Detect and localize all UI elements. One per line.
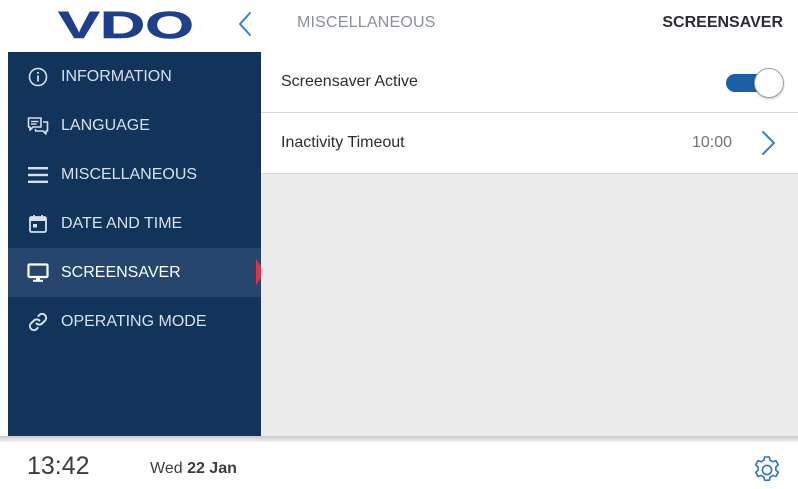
calendar-icon (27, 213, 49, 235)
breadcrumb: MISCELLANEOUS (297, 14, 436, 31)
sidebar-item-operating-mode[interactable]: OPERATING MODE (8, 297, 261, 346)
back-button[interactable] (232, 9, 258, 39)
link-icon (27, 311, 49, 333)
sidebar-item-date-and-time[interactable]: DATE AND TIME (8, 199, 261, 248)
setting-row-screensaver-active: Screensaver Active (261, 52, 798, 113)
current-date: Wed 22 Jan (150, 460, 237, 478)
sidebar-item-language[interactable]: LANGUAGE (8, 101, 261, 150)
chevron-left-icon (239, 12, 251, 36)
weekday: Wed (150, 460, 183, 477)
sidebar-item-label: LANGUAGE (61, 116, 150, 134)
sidebar-item-label: SCREENSAVER (61, 263, 181, 281)
chevron-right-icon[interactable] (758, 129, 778, 157)
app-window: VDO MISCELLANEOUS SCREENSAVER INFORMATIO… (0, 0, 798, 489)
toggle-knob (754, 68, 784, 98)
sidebar-nav: INFORMATION LANGUAGE MISCELLANEOUS DATE … (8, 52, 261, 440)
sidebar-item-label: INFORMATION (61, 67, 172, 85)
gear-icon[interactable] (751, 454, 783, 486)
sidebar-item-label: OPERATING MODE (61, 312, 207, 330)
setting-label: Screensaver Active (281, 73, 418, 90)
vdo-logo: VDO (58, 7, 195, 43)
monitor-icon (27, 262, 49, 284)
hamburger-menu-icon (27, 164, 49, 186)
speech-bubbles-icon (27, 115, 49, 137)
sidebar-item-screensaver[interactable]: SCREENSAVER (8, 248, 261, 297)
clock-time: 13:42 (27, 452, 90, 480)
info-circle-icon (27, 66, 49, 88)
sidebar-item-miscellaneous[interactable]: MISCELLANEOUS (8, 150, 261, 199)
sidebar-item-label: MISCELLANEOUS (61, 165, 198, 183)
status-bar: 13:42 Wed 22 Jan (0, 442, 798, 489)
header-bar: VDO MISCELLANEOUS SCREENSAVER (0, 0, 798, 50)
screensaver-active-toggle[interactable] (724, 68, 784, 98)
setting-label: Inactivity Timeout (281, 134, 405, 151)
settings-panel: Screensaver Active Inactivity Timeout 10… (261, 52, 798, 440)
sidebar-item-label: DATE AND TIME (61, 214, 183, 232)
sidebar-item-information[interactable]: INFORMATION (8, 52, 261, 101)
logo-text: VDO (58, 7, 194, 43)
date-value: 22 Jan (187, 460, 237, 477)
page-title: SCREENSAVER (662, 14, 783, 31)
setting-value: 10:00 (691, 134, 732, 151)
setting-row-inactivity-timeout[interactable]: Inactivity Timeout 10:00 (261, 113, 798, 174)
